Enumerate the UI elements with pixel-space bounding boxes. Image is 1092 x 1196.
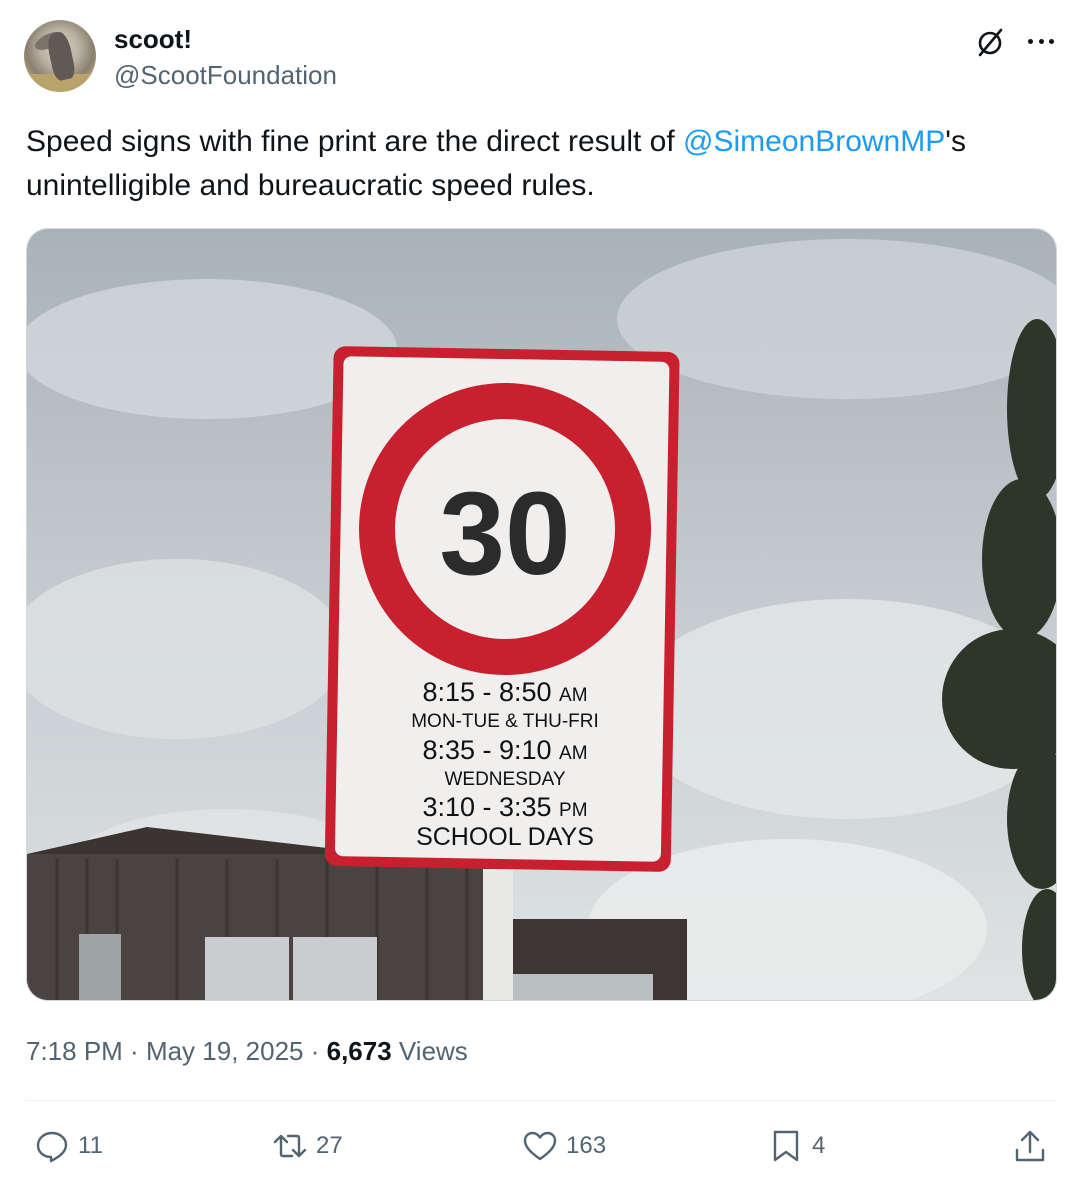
like-count: 163 bbox=[566, 1132, 607, 1159]
sign-speed-limit: 30 bbox=[439, 468, 570, 600]
reply-button[interactable]: 11 bbox=[34, 1124, 103, 1168]
sign-line1-time: 8:15 - 8:50 bbox=[422, 677, 551, 707]
grok-icon[interactable] bbox=[972, 24, 1008, 60]
repost-button[interactable]: 27 bbox=[272, 1124, 343, 1168]
sign-line2: MON-TUE & THU-FRI bbox=[411, 711, 599, 732]
like-icon bbox=[523, 1131, 557, 1161]
repost-icon bbox=[273, 1134, 307, 1158]
handle[interactable]: @ScootFoundation bbox=[114, 60, 337, 91]
avatar[interactable] bbox=[24, 20, 96, 92]
sign-line5-time: 3:10 - 3:35 bbox=[422, 792, 551, 822]
bookmark-icon bbox=[773, 1130, 799, 1162]
like-button[interactable]: 163 bbox=[522, 1124, 606, 1168]
sign-line4: WEDNESDAY bbox=[444, 769, 565, 790]
tweet-meta: 7:18 PM · May 19, 2025 · 6,673 Views bbox=[26, 1036, 468, 1067]
divider bbox=[26, 1100, 1056, 1101]
tweet-date[interactable]: May 19, 2025 bbox=[146, 1036, 304, 1066]
display-name[interactable]: scoot! bbox=[114, 24, 192, 55]
meta-separator-1: · bbox=[122, 1036, 146, 1066]
more-icon[interactable] bbox=[1024, 24, 1058, 58]
sign-line3-time: 8:35 - 9:10 bbox=[422, 735, 551, 765]
tweet-text: Speed signs with fine print are the dire… bbox=[26, 120, 1056, 208]
views-count: 6,673 bbox=[326, 1036, 392, 1066]
reply-icon bbox=[36, 1131, 68, 1163]
repost-count: 27 bbox=[316, 1132, 343, 1159]
sign-line5-ampm: PM bbox=[559, 800, 588, 821]
tweet-text-before: Speed signs with fine print are the dire… bbox=[26, 125, 684, 158]
meta-separator-2: · bbox=[303, 1036, 327, 1066]
mention-link[interactable]: @SimeonBrownMP bbox=[683, 125, 945, 158]
sign-line6: SCHOOL DAYS bbox=[416, 823, 594, 851]
tweet-time[interactable]: 7:18 PM bbox=[26, 1036, 123, 1066]
views-label: Views bbox=[398, 1036, 468, 1066]
share-button[interactable] bbox=[1012, 1124, 1048, 1168]
tweet-photo[interactable]: 30 8:15 - 8:50 AM MON-TUE & THU-FRI 8:35… bbox=[26, 228, 1057, 1001]
share-icon bbox=[1015, 1130, 1045, 1162]
sign-line1-ampm: AM bbox=[559, 685, 588, 706]
reply-count: 11 bbox=[78, 1132, 103, 1159]
speed-sign-photo: 30 8:15 - 8:50 AM MON-TUE & THU-FRI 8:35… bbox=[27, 229, 1056, 1000]
bookmark-count: 4 bbox=[812, 1132, 826, 1159]
sign-line3-ampm: AM bbox=[559, 743, 588, 764]
bookmark-button[interactable]: 4 bbox=[768, 1124, 825, 1168]
